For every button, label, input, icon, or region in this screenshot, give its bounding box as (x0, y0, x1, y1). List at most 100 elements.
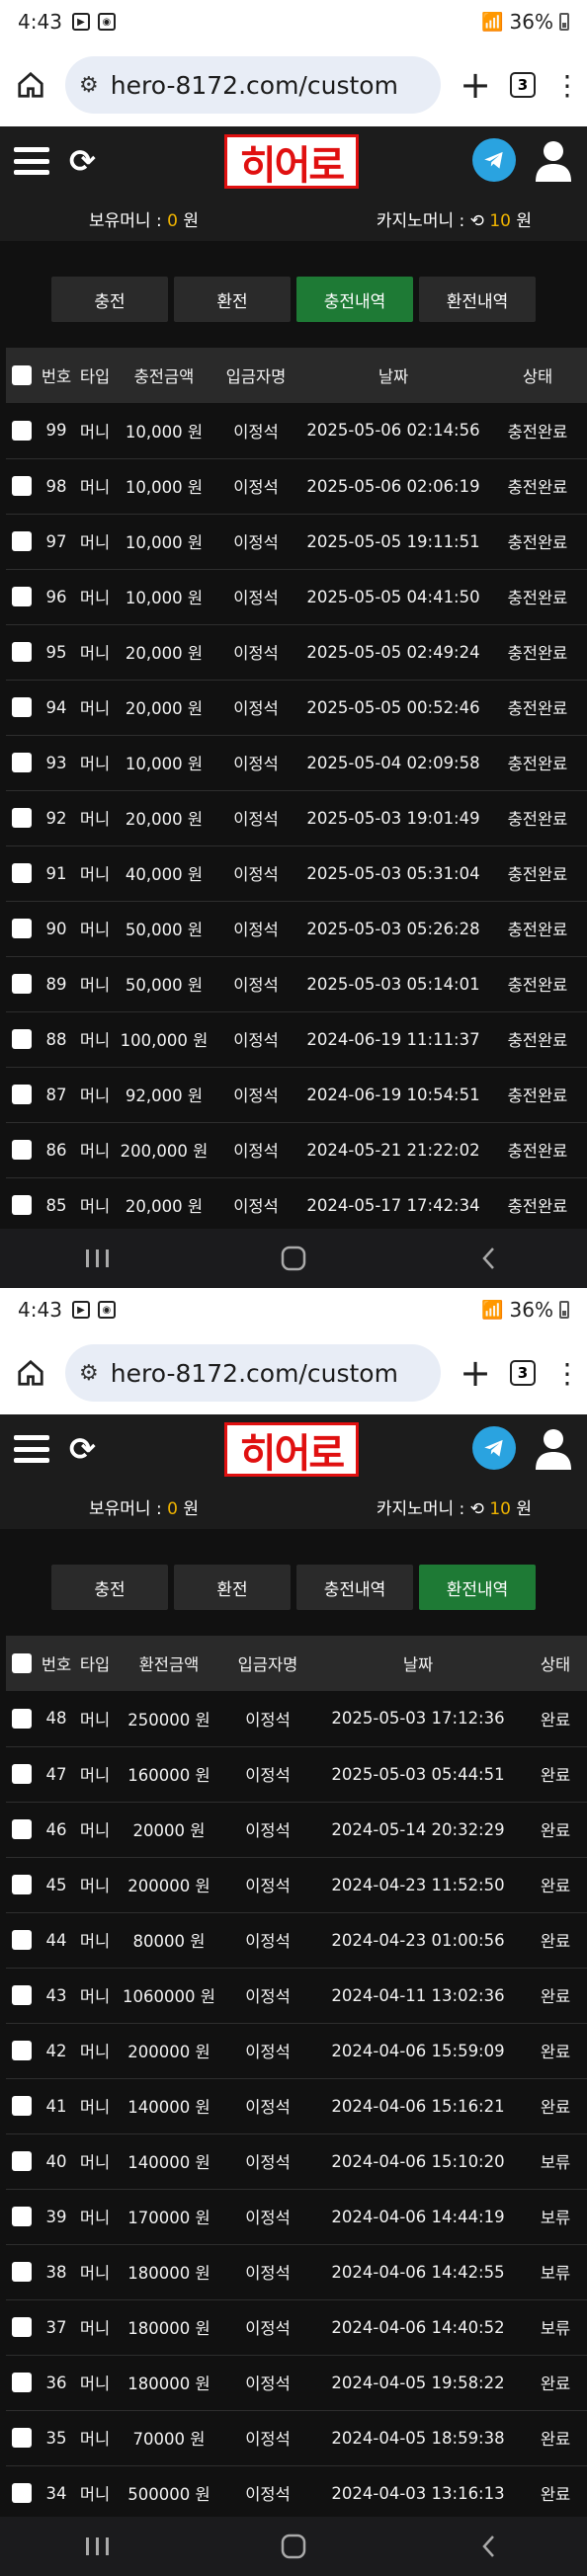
table-row: 37 머니 180000 원 이정석 2024-04-06 14:40:52 보류 (6, 2299, 587, 2356)
row-checkbox[interactable] (12, 1985, 32, 2006)
table-row: 95 머니 20,000 원 이정석 2025-05-05 02:49:24 충전완료 (6, 624, 587, 681)
row-checkbox[interactable] (12, 1875, 32, 1895)
tab-withdraw[interactable]: 환전 (174, 1565, 291, 1610)
address-bar[interactable]: ⚙ hero-8172.com/custom (65, 56, 441, 114)
row-amount: 180000 원 (115, 2355, 223, 2411)
row-amount: 10,000 원 (115, 569, 213, 625)
row-checkbox[interactable] (12, 1764, 32, 1785)
row-checkbox[interactable] (12, 1819, 32, 1840)
row-depositor: 이정석 (213, 1177, 298, 1234)
row-checkbox[interactable] (12, 642, 32, 663)
tab-deposit[interactable]: 충전 (51, 1565, 168, 1610)
row-checkbox[interactable] (12, 919, 32, 939)
casino-refresh-icon[interactable]: ⟲ (470, 1499, 484, 1519)
row-checkbox[interactable] (12, 2317, 32, 2338)
row-amount: 10,000 원 (115, 735, 213, 791)
row-checkbox[interactable] (12, 2096, 32, 2117)
row-number: 94 (38, 680, 75, 736)
row-date: 2025-05-05 00:52:46 (298, 680, 488, 736)
row-status: 보류 (524, 2244, 587, 2300)
menu-icon[interactable]: ⋮ (553, 1357, 581, 1390)
row-number: 47 (38, 1746, 75, 1803)
telegram-icon[interactable] (472, 138, 516, 182)
row-checkbox[interactable] (12, 2262, 32, 2283)
site-logo[interactable]: 히어로 (224, 1422, 359, 1477)
hamburger-menu-icon[interactable] (14, 147, 49, 175)
row-checkbox[interactable] (12, 974, 32, 995)
row-depositor: 이정석 (213, 790, 298, 846)
row-depositor: 이정석 (213, 1067, 298, 1123)
row-depositor: 이정석 (223, 2410, 312, 2466)
tab-withdraw-history[interactable]: 환전내역 (419, 1565, 536, 1610)
row-checkbox[interactable] (12, 1140, 32, 1161)
row-checkbox[interactable] (12, 2483, 32, 2504)
row-number: 90 (38, 901, 75, 957)
row-type: 머니 (75, 2299, 115, 2356)
home-icon[interactable] (14, 1356, 47, 1390)
select-all-checkbox[interactable] (12, 365, 32, 386)
row-checkbox[interactable] (12, 753, 32, 773)
row-checkbox[interactable] (12, 2207, 32, 2227)
site-settings-icon[interactable]: ⚙ (79, 73, 99, 98)
row-depositor: 이정석 (213, 569, 298, 625)
new-tab-icon[interactable]: + (459, 1354, 492, 1392)
row-checkbox[interactable] (12, 808, 32, 829)
table-row: 42 머니 200000 원 이정석 2024-04-06 15:59:09 완료 (6, 2023, 587, 2079)
row-checkbox[interactable] (12, 2151, 32, 2172)
row-checkbox[interactable] (12, 2428, 32, 2449)
refresh-icon[interactable]: ⟳ (69, 142, 96, 180)
row-checkbox[interactable] (12, 531, 32, 552)
home-nav-icon[interactable] (264, 1239, 323, 1278)
tab-deposit-history[interactable]: 충전내역 (296, 277, 413, 322)
row-checkbox[interactable] (12, 1029, 32, 1050)
row-checkbox[interactable] (12, 587, 32, 607)
row-depositor: 이정석 (223, 1746, 312, 1803)
tab-withdraw[interactable]: 환전 (174, 277, 291, 322)
table-row: 89 머니 50,000 원 이정석 2025-05-03 05:14:01 충전완료 (6, 956, 587, 1012)
new-tab-icon[interactable]: + (459, 66, 492, 104)
row-depositor: 이정석 (223, 2355, 312, 2411)
row-date: 2024-04-23 01:00:56 (312, 1912, 524, 1969)
user-icon[interactable] (534, 1426, 573, 1472)
row-checkbox[interactable] (12, 2373, 32, 2393)
row-depositor: 이정석 (223, 2189, 312, 2245)
row-checkbox[interactable] (12, 421, 32, 441)
row-checkbox[interactable] (12, 476, 32, 497)
recent-apps-icon[interactable] (68, 2527, 127, 2566)
telegram-icon[interactable] (472, 1426, 516, 1470)
table-header: 번호 타입 환전금액 입금자명 날짜 상태 (6, 1636, 587, 1691)
home-icon[interactable] (14, 68, 47, 102)
home-nav-icon[interactable] (264, 2527, 323, 2566)
site-logo[interactable]: 히어로 (224, 134, 359, 189)
user-icon[interactable] (534, 138, 573, 184)
row-type: 머니 (75, 1857, 115, 1913)
hamburger-menu-icon[interactable] (14, 1435, 49, 1463)
refresh-icon[interactable]: ⟳ (69, 1430, 96, 1468)
back-icon[interactable] (460, 1239, 519, 1278)
site-settings-icon[interactable]: ⚙ (79, 1361, 99, 1386)
row-type: 머니 (75, 403, 115, 459)
row-status: 완료 (524, 1912, 587, 1969)
tab-switcher-button[interactable]: 3 (510, 1360, 536, 1386)
row-checkbox[interactable] (12, 1195, 32, 1216)
row-checkbox[interactable] (12, 2041, 32, 2061)
row-depositor: 이정석 (213, 901, 298, 957)
row-status: 충전완료 (488, 680, 587, 736)
table-row: 92 머니 20,000 원 이정석 2025-05-03 19:01:49 충전완료 (6, 790, 587, 846)
row-checkbox[interactable] (12, 863, 32, 884)
tab-deposit[interactable]: 충전 (51, 277, 168, 322)
recent-apps-icon[interactable] (68, 1239, 127, 1278)
address-bar[interactable]: ⚙ hero-8172.com/custom (65, 1344, 441, 1402)
row-checkbox[interactable] (12, 1085, 32, 1105)
tab-deposit-history[interactable]: 충전내역 (296, 1565, 413, 1610)
back-icon[interactable] (460, 2527, 519, 2566)
tab-switcher-button[interactable]: 3 (510, 72, 536, 98)
row-checkbox[interactable] (12, 1930, 32, 1951)
row-checkbox[interactable] (12, 1709, 32, 1729)
select-all-checkbox[interactable] (12, 1653, 32, 1674)
tab-withdraw-history[interactable]: 환전내역 (419, 277, 536, 322)
casino-refresh-icon[interactable]: ⟲ (470, 211, 484, 231)
row-checkbox[interactable] (12, 697, 32, 718)
row-date: 2025-05-03 05:44:51 (312, 1746, 524, 1803)
menu-icon[interactable]: ⋮ (553, 69, 581, 102)
